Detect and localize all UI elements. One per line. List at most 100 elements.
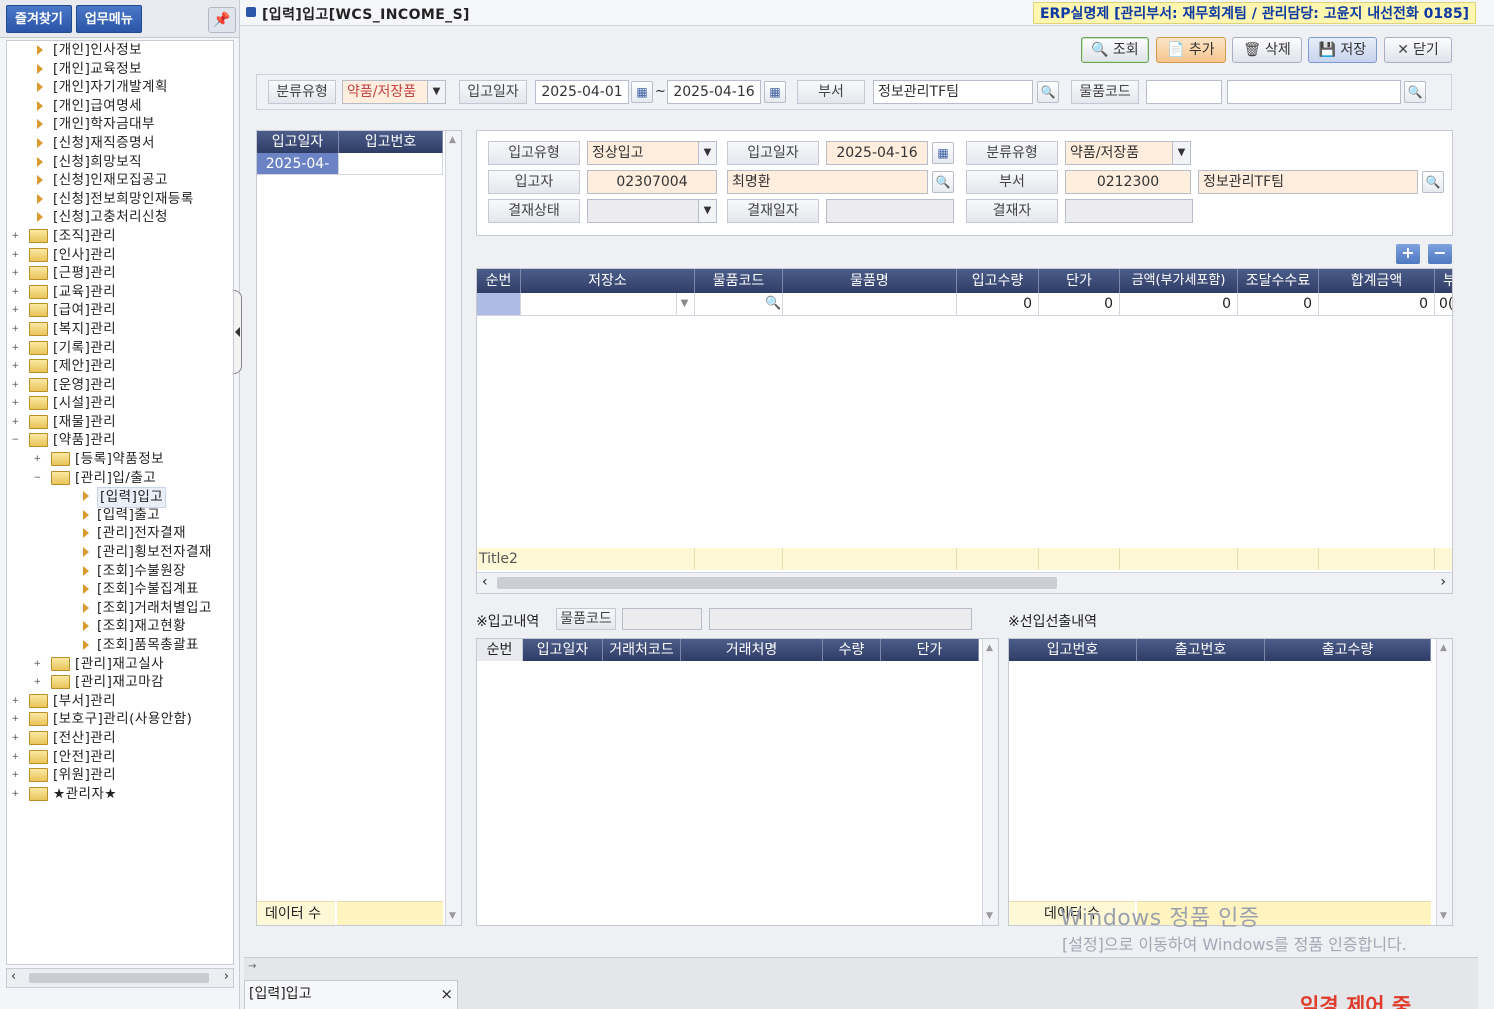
tree-item[interactable]: + [부서]관리 [7, 692, 233, 711]
tree-item[interactable]: [조회]수불집계표 [7, 580, 233, 599]
tree-item[interactable]: [개인]인사정보 [7, 41, 233, 60]
cell-amount[interactable]: 0 [1120, 293, 1238, 316]
tree-item[interactable]: [관리]전자결재 [7, 524, 233, 543]
tree-item[interactable]: [개인]자기개발계획 [7, 78, 233, 97]
tree-item[interactable]: [관리]횡보전자결재 [7, 543, 233, 562]
scroll-left-icon[interactable]: ‹ [482, 574, 488, 590]
expand-icon[interactable]: + [11, 306, 20, 315]
tree-item[interactable]: + [조직]관리 [7, 227, 233, 246]
receiver-code-input[interactable]: 02307004 [587, 170, 717, 194]
col-header-seq[interactable]: 순번 [477, 269, 521, 293]
col-header-total[interactable]: 합계금액 [1319, 269, 1435, 293]
expand-icon[interactable]: + [11, 343, 20, 353]
col-header-amount[interactable]: 금액(부가세포함) [1120, 269, 1238, 293]
expand-icon[interactable]: + [11, 696, 20, 706]
tree-item[interactable]: + [근평]관리 [7, 264, 233, 283]
list-cell-date[interactable]: 2025-04-16 [257, 153, 339, 194]
tree-item[interactable]: + [등록]약품정보 [7, 450, 233, 469]
scroll-down-icon[interactable]: ▼ [1440, 911, 1447, 921]
list-vertical-scrollbar[interactable]: ▲ ▼ [445, 131, 461, 925]
remove-row-button[interactable]: − [1428, 244, 1452, 264]
list-cell-number[interactable] [339, 153, 443, 175]
fifo-header-outgo-qty[interactable]: 출고수량 [1265, 639, 1431, 661]
expand-icon[interactable]: + [11, 752, 20, 762]
chevron-down-icon[interactable]: ▼ [1172, 142, 1190, 164]
pin-icon[interactable]: 📌 [208, 7, 236, 33]
form-dept-code-input[interactable]: 0212300 [1065, 170, 1191, 194]
expand-icon[interactable]: + [11, 324, 20, 334]
tree-horizontal-scrollbar[interactable]: ‹ › [6, 968, 234, 988]
expand-icon[interactable]: + [11, 287, 20, 297]
dept-search-icon[interactable]: 🔍 [1422, 171, 1444, 193]
tree-item[interactable]: + [안전]관리 [7, 748, 233, 767]
fifo-vertical-scrollbar[interactable]: ▲ ▼ [1436, 639, 1452, 925]
tree-item[interactable]: + [전산]관리 [7, 729, 233, 748]
tree-item[interactable]: [개인]학자금대부 [7, 115, 233, 134]
tab-favorites[interactable]: 즐겨찾기 [6, 4, 72, 33]
tree-item[interactable]: [개인]급여명세 [7, 97, 233, 116]
col-header-fee[interactable]: 조달수수료 [1238, 269, 1319, 293]
chevron-down-icon[interactable]: ▼ [427, 81, 445, 103]
grid-horizontal-scrollbar[interactable]: ‹ › [477, 572, 1452, 593]
fifo-header-income-no[interactable]: 입고번호 [1009, 639, 1137, 661]
item-search-icon[interactable]: 🔍 [1404, 81, 1426, 103]
scroll-up-icon[interactable]: ▲ [1440, 643, 1447, 653]
tree-item[interactable]: [조회]거래처별입고 [7, 599, 233, 618]
list-header-number[interactable]: 입고번호 [339, 131, 443, 153]
tree-item[interactable]: + [기록]관리 [7, 339, 233, 358]
tree-item[interactable]: + [시설]관리 [7, 394, 233, 413]
scroll-thumb[interactable] [29, 973, 209, 983]
expand-icon[interactable]: + [11, 269, 20, 278]
tree-item[interactable]: + [보호구]관리(사용안함) [7, 710, 233, 729]
expand-icon[interactable]: + [11, 250, 20, 260]
tree-item[interactable]: + [복지]관리 [7, 320, 233, 339]
search-button[interactable]: 🔍 조회 [1081, 37, 1149, 63]
expand-icon[interactable]: + [33, 678, 42, 687]
tree-item[interactable]: + [관리]재고마감 [7, 673, 233, 692]
tab-income-input[interactable]: [입력]입고 × [244, 980, 458, 1009]
hist-header-qty[interactable]: 수량 [823, 639, 881, 661]
form-category-type-select[interactable]: 약품/저장품 ▼ [1065, 141, 1191, 165]
date-to-input[interactable]: 2025-04-16 [667, 80, 761, 104]
cell-extra[interactable]: 0( [1435, 293, 1452, 316]
tree-item[interactable]: + [운영]관리 [7, 376, 233, 395]
list-header-date[interactable]: 입고일자 [257, 131, 339, 153]
hist-vertical-scrollbar[interactable]: ▲ ▼ [982, 639, 998, 925]
expand-icon[interactable]: + [11, 733, 20, 743]
expand-icon[interactable]: + [11, 789, 20, 799]
cell-total[interactable]: 0 [1319, 293, 1435, 316]
scroll-up-icon[interactable]: ▲ [449, 135, 456, 145]
expand-icon[interactable]: + [11, 362, 20, 371]
form-income-date-input[interactable]: 2025-04-16 [826, 141, 928, 165]
tree-item[interactable]: + [교육]관리 [7, 283, 233, 302]
expand-icon[interactable]: + [11, 417, 20, 427]
receiver-search-icon[interactable]: 🔍 [932, 171, 954, 193]
collapse-menu-handle[interactable] [234, 290, 242, 374]
hist-header-seq[interactable]: 순번 [477, 639, 523, 661]
close-button[interactable]: ✕ 닫기 [1384, 37, 1452, 63]
col-header-item-code[interactable]: 물품코드 [695, 269, 783, 293]
tree-item[interactable]: − [관리]입/출고 [7, 469, 233, 488]
tree-item[interactable]: [신청]전보희망인재등록 [7, 190, 233, 209]
save-button[interactable]: 💾 저장 [1308, 37, 1377, 63]
expand-icon[interactable]: + [33, 455, 42, 464]
cell-price[interactable]: 0 [1039, 293, 1120, 316]
tree-item[interactable]: [개인]교육정보 [7, 60, 233, 79]
expand-icon[interactable]: + [11, 715, 20, 724]
date-from-input[interactable]: 2025-04-01 [535, 80, 629, 104]
col-header-extra[interactable]: 부 [1435, 269, 1452, 293]
dept-input[interactable]: 정보관리TF팀 [873, 80, 1033, 104]
tree-item[interactable]: [신청]고충처리신청 [7, 208, 233, 227]
col-header-qty[interactable]: 입고수량 [957, 269, 1039, 293]
collapse-icon[interactable]: − [33, 473, 42, 483]
cell-item-name[interactable] [783, 293, 957, 316]
scroll-down-icon[interactable]: ▼ [986, 911, 993, 921]
tree-item[interactable]: + ★관리자★ [7, 785, 233, 804]
expand-icon[interactable]: + [33, 659, 42, 669]
cell-seq[interactable] [477, 293, 521, 316]
chevron-down-icon[interactable]: ▼ [698, 200, 716, 222]
calendar-icon[interactable]: ▦ [764, 81, 786, 103]
tree-item[interactable]: [신청]희망보직 [7, 153, 233, 172]
category-type-select[interactable]: 약품/저장품 ▼ [342, 80, 446, 104]
scroll-right-icon[interactable]: › [224, 969, 229, 984]
